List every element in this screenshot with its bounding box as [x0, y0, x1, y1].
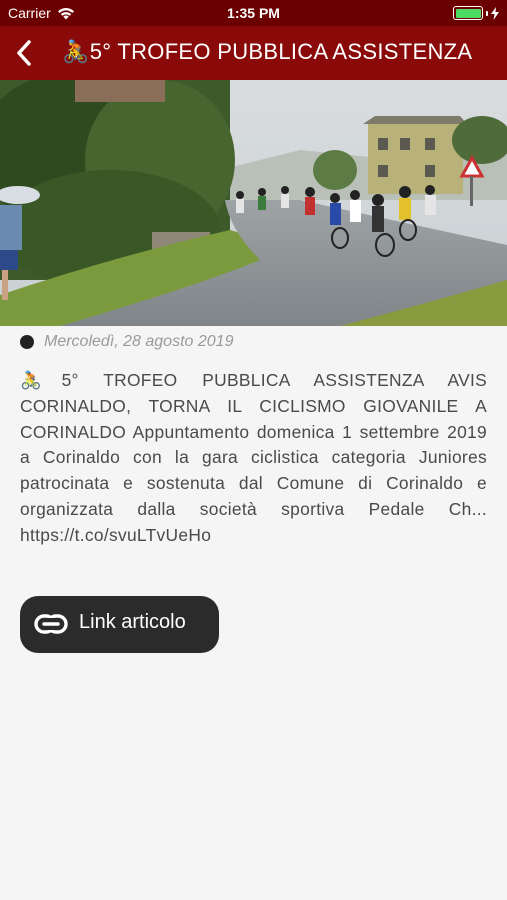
cyclist-emoji: 🚴 — [20, 370, 62, 390]
page-title: 🚴5° TROFEO PUBBLICA ASSISTENZA — [62, 39, 472, 65]
charging-icon — [491, 6, 499, 20]
article-body: 5° TROFEO PUBBLICA ASSISTENZA AVIS CORIN… — [20, 370, 487, 545]
article-date-row: Mercoledì, 28 agosto 2019 — [20, 333, 233, 351]
article-text: 🚴5° TROFEO PUBBLICA ASSISTENZA AVIS CORI… — [20, 368, 487, 549]
chevron-left-icon — [17, 40, 31, 66]
status-bar: Carrier 1:35 PM — [0, 0, 507, 26]
link-article-button[interactable]: Link articolo — [20, 596, 219, 653]
battery-indicator — [453, 6, 499, 20]
cyclist-emoji: 🚴 — [62, 39, 90, 64]
cycling-race-photo — [0, 80, 507, 326]
page-title-text: 5° TROFEO PUBBLICA ASSISTENZA — [89, 39, 473, 64]
battery-icon — [453, 6, 483, 20]
back-button[interactable] — [10, 38, 40, 68]
link-icon — [34, 614, 68, 634]
article-image — [0, 80, 507, 326]
article-date: Mercoledì, 28 agosto 2019 — [44, 333, 234, 350]
navigation-bar: 🚴5° TROFEO PUBBLICA ASSISTENZA — [0, 26, 507, 80]
bullet-icon — [20, 335, 34, 349]
status-time: 1:35 PM — [227, 5, 280, 21]
link-article-label: Link articolo — [79, 611, 186, 633]
